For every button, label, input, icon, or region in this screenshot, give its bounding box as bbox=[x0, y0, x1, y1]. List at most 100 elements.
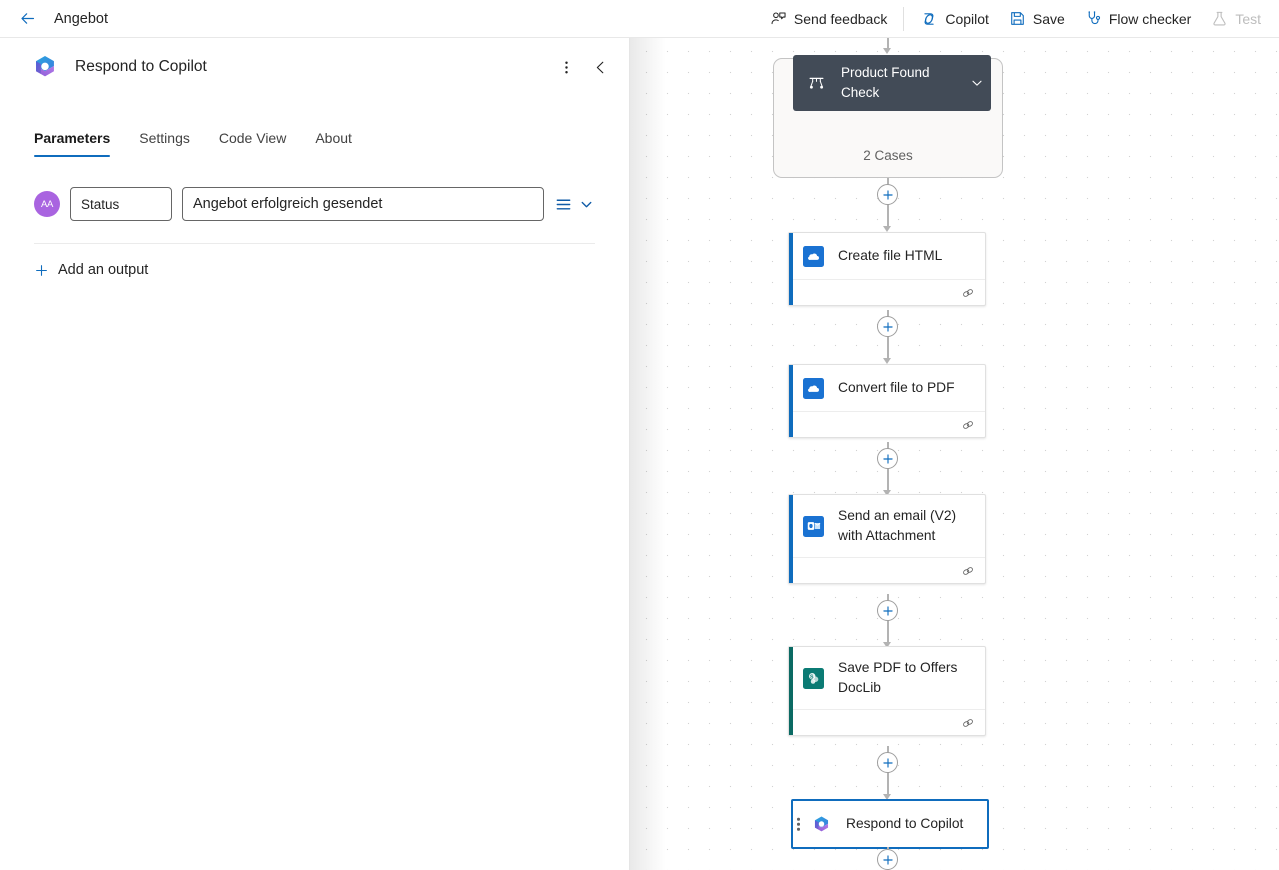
parameter-tools bbox=[554, 195, 595, 214]
output-parameter-row: AA bbox=[34, 187, 595, 221]
flow-checker-button[interactable]: Flow checker bbox=[1075, 5, 1201, 32]
plus-icon bbox=[882, 605, 893, 616]
back-button[interactable] bbox=[10, 3, 44, 35]
plus-icon bbox=[882, 321, 893, 332]
svg-text:S: S bbox=[810, 674, 814, 680]
node-accent-bar bbox=[789, 495, 793, 583]
plus-icon bbox=[882, 757, 893, 768]
plus-icon bbox=[882, 453, 893, 464]
node-label: Convert file to PDF bbox=[838, 380, 955, 395]
node-label: Respond to Copilot bbox=[846, 816, 964, 831]
parameter-expand-button[interactable] bbox=[578, 196, 595, 213]
node-save-pdf-to-offers-doclib[interactable]: S Save PDF to Offers DocLib bbox=[788, 646, 986, 736]
add-step-button[interactable] bbox=[877, 752, 898, 773]
node-label: Save PDF to Offers DocLib bbox=[838, 660, 958, 695]
flow-checker-label: Flow checker bbox=[1108, 10, 1192, 27]
test-button[interactable]: Test bbox=[1201, 5, 1271, 32]
switch-branch-icon bbox=[805, 75, 827, 92]
flow-canvas[interactable]: 2 Cases Product Found Check Create file … bbox=[630, 38, 1279, 870]
tab-code-view[interactable]: Code View bbox=[219, 130, 286, 157]
send-feedback-label: Send feedback bbox=[793, 10, 888, 27]
node-main: Convert file to PDF bbox=[789, 365, 985, 411]
save-disk-icon bbox=[1011, 12, 1024, 25]
onedrive-icon bbox=[803, 377, 824, 399]
canvas-edge-shadow bbox=[630, 38, 666, 870]
panel-title: Respond to Copilot bbox=[75, 58, 207, 75]
text-type-badge: AA bbox=[34, 191, 60, 217]
sharepoint-icon: S bbox=[803, 667, 824, 689]
panel-header: Respond to Copilot bbox=[0, 38, 629, 96]
node-label: Send an email (V2) with Attachment bbox=[838, 508, 957, 543]
tab-about[interactable]: About bbox=[315, 130, 352, 157]
panel-header-actions bbox=[551, 52, 615, 82]
panel-tabs: Parameters Settings Code View About bbox=[0, 113, 629, 157]
node-main: Send an email (V2) with Attachment bbox=[789, 495, 985, 557]
copilot-label: Copilot bbox=[945, 10, 989, 27]
switch-cases-label: 2 Cases bbox=[863, 148, 913, 163]
copilot-icon bbox=[811, 814, 832, 835]
toolbar-actions: Send feedback Copilot Save Flow checker … bbox=[760, 0, 1279, 38]
stethoscope-icon bbox=[1088, 11, 1100, 25]
panel-divider bbox=[34, 243, 595, 244]
node-create-file-html[interactable]: Create file HTML bbox=[788, 232, 986, 306]
node-footer bbox=[789, 557, 985, 583]
node-footer bbox=[789, 279, 985, 305]
copilot-button[interactable]: Copilot bbox=[910, 5, 999, 33]
node-main: S Save PDF to Offers DocLib bbox=[789, 647, 985, 709]
beaker-icon bbox=[1213, 11, 1226, 26]
node-drag-handle[interactable] bbox=[797, 817, 800, 831]
arrow-left-icon bbox=[20, 13, 34, 24]
link-chain-icon[interactable] bbox=[961, 418, 975, 432]
node-accent-bar bbox=[789, 647, 793, 735]
node-product-found-check[interactable]: Product Found Check bbox=[793, 55, 991, 111]
copilot-icon bbox=[36, 56, 54, 77]
panel-collapse-button[interactable] bbox=[585, 52, 615, 82]
plus-icon bbox=[882, 189, 893, 200]
add-step-button[interactable] bbox=[877, 316, 898, 337]
more-vertical-icon bbox=[564, 61, 568, 73]
node-convert-file-to-pdf[interactable]: Convert file to PDF bbox=[788, 364, 986, 438]
save-label: Save bbox=[1032, 10, 1065, 27]
node-accent-bar bbox=[789, 365, 793, 437]
node-main: Respond to Copilot bbox=[793, 801, 987, 847]
add-step-button[interactable] bbox=[877, 448, 898, 469]
node-accent-bar bbox=[789, 233, 793, 305]
panel-more-button[interactable] bbox=[551, 52, 581, 82]
link-chain-icon[interactable] bbox=[961, 564, 975, 578]
dynamic-content-list-button[interactable] bbox=[554, 195, 573, 214]
chevron-down-icon bbox=[972, 80, 982, 86]
add-step-button[interactable] bbox=[877, 600, 898, 621]
node-send-an-email[interactable]: Send an email (V2) with Attachment bbox=[788, 494, 986, 584]
panel-body: AA Add an output bbox=[0, 187, 629, 278]
node-main: Create file HTML bbox=[789, 233, 985, 279]
plus-icon bbox=[36, 264, 47, 276]
switch-collapse-button[interactable] bbox=[969, 75, 985, 91]
parameter-key-input[interactable] bbox=[70, 187, 172, 221]
link-chain-icon[interactable] bbox=[961, 286, 975, 300]
send-feedback-button[interactable]: Send feedback bbox=[760, 5, 897, 32]
list-lines-icon bbox=[556, 199, 571, 209]
add-step-button[interactable] bbox=[877, 849, 898, 870]
chevron-left-icon bbox=[596, 61, 603, 73]
add-step-button[interactable] bbox=[877, 184, 898, 205]
chevron-down-icon bbox=[581, 201, 592, 207]
node-footer bbox=[789, 411, 985, 437]
node-footer bbox=[789, 709, 985, 735]
node-label: Create file HTML bbox=[838, 248, 943, 263]
add-output-button[interactable]: Add an output bbox=[34, 262, 148, 278]
person-feedback-icon bbox=[771, 12, 786, 25]
plus-icon bbox=[882, 854, 893, 865]
action-details-panel: Respond to Copilot Parameters Settings C… bbox=[0, 38, 630, 870]
connector-arrow bbox=[883, 48, 891, 54]
add-output-label: Add an output bbox=[58, 262, 149, 278]
copilot-icon bbox=[924, 12, 934, 25]
tab-settings[interactable]: Settings bbox=[139, 130, 190, 157]
link-chain-icon[interactable] bbox=[961, 716, 975, 730]
test-label: Test bbox=[1235, 10, 1261, 27]
outlook-icon bbox=[803, 515, 824, 537]
flow-title: Angebot bbox=[54, 10, 109, 27]
parameter-value-input[interactable] bbox=[182, 187, 544, 221]
save-button[interactable]: Save bbox=[999, 5, 1075, 32]
node-respond-to-copilot[interactable]: Respond to Copilot bbox=[791, 799, 989, 849]
tab-parameters[interactable]: Parameters bbox=[34, 130, 111, 157]
